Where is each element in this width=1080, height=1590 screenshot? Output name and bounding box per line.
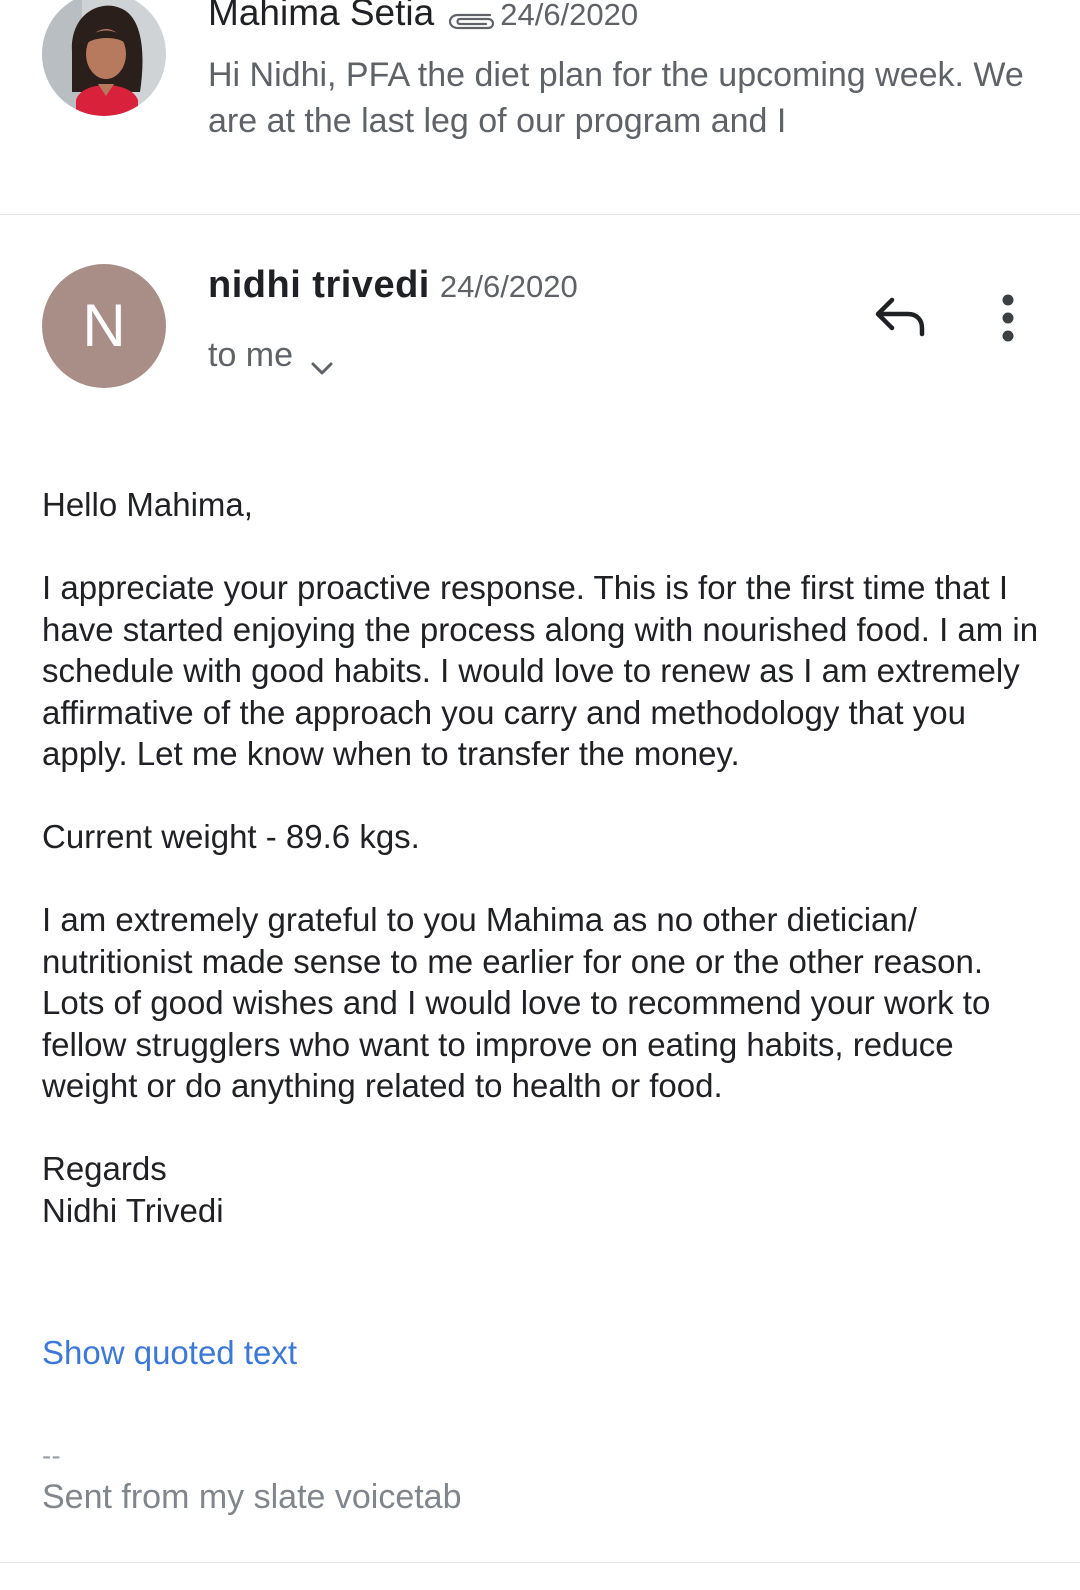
sender-avatar-photo bbox=[42, 0, 166, 116]
message-body: Hello Mahima, I appreciate your proactiv… bbox=[42, 484, 1042, 1231]
collapsed-snippet: Hi Nidhi, PFA the diet plan for the upco… bbox=[208, 56, 1024, 140]
sender-avatar: N bbox=[42, 264, 166, 388]
signature-separator: -- bbox=[42, 1440, 61, 1471]
reply-icon bbox=[875, 297, 925, 337]
sender-row: nidhi trivedi 24/6/2020 bbox=[208, 264, 578, 307]
signature-text: Sent from my slate voicetab bbox=[42, 1478, 462, 1516]
paperclip-icon bbox=[446, 8, 496, 34]
closing: Regards bbox=[42, 1150, 167, 1187]
message-header: N nidhi trivedi 24/6/2020 to me bbox=[0, 240, 1080, 410]
signature-name: Nidhi Trivedi bbox=[42, 1191, 224, 1229]
sender-name: nidhi trivedi bbox=[208, 264, 430, 306]
show-quoted-text-link[interactable]: Show quoted text bbox=[42, 1334, 297, 1372]
collapsed-sender-name: Mahima Setia bbox=[208, 0, 435, 33]
recipient-label: to me bbox=[208, 336, 294, 374]
divider bbox=[0, 1562, 1080, 1563]
more-vert-icon bbox=[1002, 294, 1014, 342]
body-paragraph-2: I am extremely grateful to you Mahima as… bbox=[42, 901, 991, 1104]
greeting: Hello Mahima, bbox=[42, 486, 253, 523]
recipient-toggle[interactable]: to me bbox=[208, 336, 335, 375]
message-date: 24/6/2020 bbox=[439, 269, 578, 304]
collapsed-message-item[interactable]: Mahima Setia 24/6/2020 Hi Nidhi, PFA the … bbox=[0, 0, 1080, 215]
chevron-down-icon bbox=[309, 348, 335, 375]
weight-line: Current weight - 89.6 kgs. bbox=[42, 818, 420, 855]
more-options-button[interactable] bbox=[988, 290, 1028, 346]
collapsed-sender-row: Mahima Setia 24/6/2020 bbox=[208, 0, 638, 34]
body-paragraph-1: I appreciate your proactive response. Th… bbox=[42, 569, 1039, 772]
collapsed-date: 24/6/2020 bbox=[500, 0, 639, 32]
reply-button[interactable] bbox=[870, 292, 930, 342]
avatar-photo-image bbox=[42, 0, 166, 116]
